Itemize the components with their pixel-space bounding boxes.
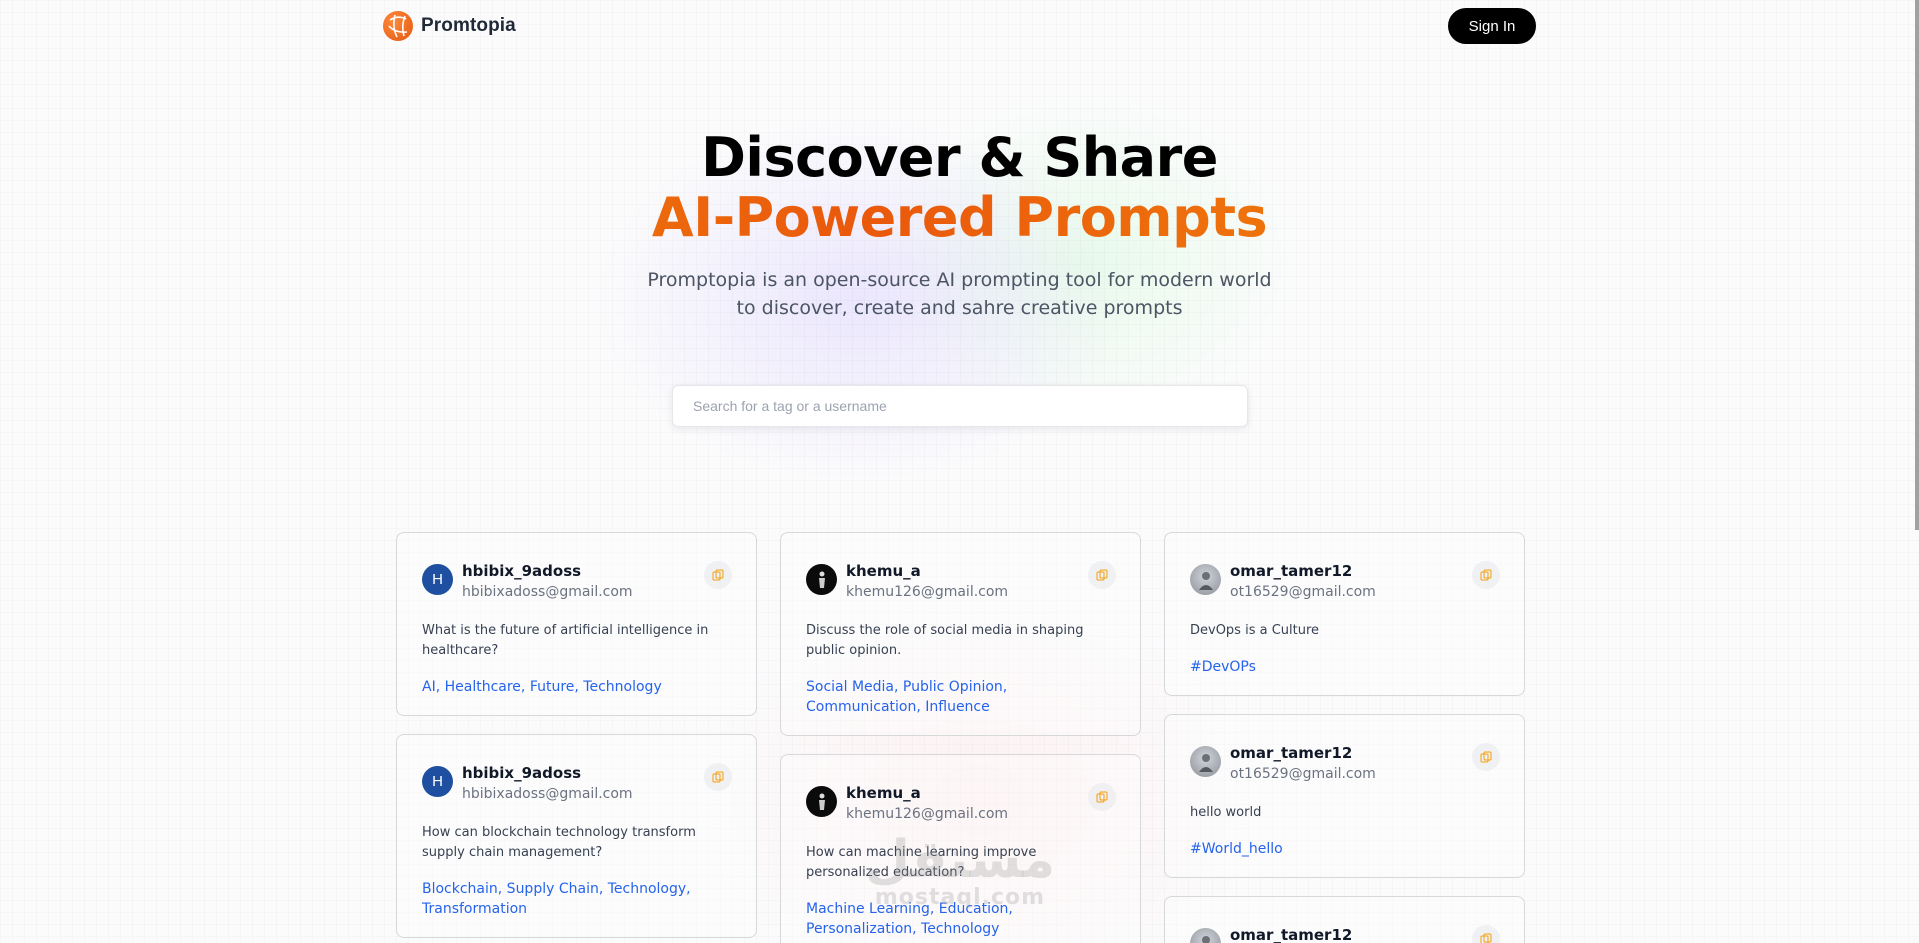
prompt-card: H hbibix_9adoss hbibixadoss@gmail.com Ho… — [396, 734, 757, 938]
card-username[interactable]: hbibix_9adoss — [462, 763, 695, 783]
card-prompt: How can machine learning improve persona… — [806, 845, 1037, 880]
card-username[interactable]: khemu_a — [846, 561, 1079, 581]
prompt-card: khemu_a khemu126@gmail.com Discuss the r… — [780, 532, 1141, 736]
card-tags[interactable]: #DevOPs — [1190, 657, 1500, 679]
avatar[interactable]: H — [422, 564, 453, 595]
card-tags[interactable]: #World_hello — [1190, 839, 1500, 861]
copy-button[interactable] — [1088, 561, 1116, 589]
copy-icon — [712, 569, 724, 581]
avatar-person-icon — [1198, 571, 1213, 590]
copy-button[interactable] — [1472, 561, 1500, 589]
card-prompt: hello world — [1190, 805, 1262, 820]
prompt-card: H hbibix_9adoss hbibixadoss@gmail.com Wh… — [396, 532, 757, 716]
copy-button[interactable] — [704, 763, 732, 791]
brand-name: Promtopia — [421, 15, 516, 36]
page-title: Discover & Share AI-Powered Prompts — [0, 128, 1919, 248]
prompt-card: omar_tamer12 ot16529@gmail.com DevOps is… — [1164, 532, 1525, 696]
card-tags[interactable]: Social Media, Public Opinion, Communicat… — [806, 677, 1116, 719]
card-prompt: Discuss the role of social media in shap… — [806, 623, 1084, 658]
avatar[interactable] — [806, 564, 837, 595]
card-prompt: How can blockchain technology transform … — [422, 825, 696, 860]
copy-button[interactable] — [1472, 925, 1500, 943]
sign-in-button[interactable]: Sign In — [1448, 8, 1536, 44]
card-email: khemu126@gmail.com — [846, 584, 1009, 600]
avatar[interactable]: H — [422, 766, 453, 797]
copy-icon — [1480, 933, 1492, 943]
card-username[interactable]: omar_tamer12 — [1230, 561, 1463, 581]
copy-button[interactable] — [1088, 783, 1116, 811]
copy-icon — [1480, 569, 1492, 581]
copy-button[interactable] — [704, 561, 732, 589]
card-email: ot16529@gmail.com — [1230, 584, 1376, 600]
prompt-card: omar_tamer12 ot16529@gmail.com hello wor… — [1164, 714, 1525, 878]
card-email: hbibixadoss@gmail.com — [462, 786, 633, 802]
card-tags[interactable]: AI, Healthcare, Future, Technology — [422, 677, 732, 699]
hero-subtitle: Promptopia is an open-source AI promptin… — [647, 269, 1272, 319]
card-username[interactable]: khemu_a — [846, 783, 1079, 803]
brand-link[interactable]: Promtopia — [383, 11, 516, 41]
prompt-card: khemu_a khemu126@gmail.com How can machi… — [780, 754, 1141, 943]
avatar[interactable] — [806, 786, 837, 817]
card-email: ot16529@gmail.com — [1230, 766, 1376, 782]
card-tags[interactable]: Machine Learning, Education, Personaliza… — [806, 899, 1116, 941]
promptopia-logo-icon — [383, 11, 413, 41]
avatar-person-icon — [1201, 935, 1210, 943]
avatar-person-icon — [1198, 753, 1213, 772]
prompt-card: omar_tamer12 — [1164, 896, 1525, 943]
avatar[interactable] — [1190, 746, 1221, 777]
copy-button[interactable] — [1472, 743, 1500, 771]
card-tags[interactable]: Blockchain, Supply Chain, Technology, Tr… — [422, 879, 732, 921]
title-line-2-gradient: AI-Powered Prompts — [0, 188, 1919, 248]
search-input[interactable] — [672, 385, 1248, 427]
avatar[interactable] — [1190, 928, 1221, 943]
hero-section: Discover & Share AI-Powered Prompts Prom… — [0, 128, 1919, 322]
avatar-figure-icon — [818, 793, 825, 810]
card-username[interactable]: omar_tamer12 — [1230, 925, 1463, 943]
copy-icon — [1480, 751, 1492, 763]
card-prompt: DevOps is a Culture — [1190, 623, 1320, 638]
card-email: khemu126@gmail.com — [846, 806, 1009, 822]
card-prompt: What is the future of artificial intelli… — [422, 623, 709, 658]
title-line-1: Discover & Share — [701, 126, 1218, 189]
copy-icon — [1096, 791, 1108, 803]
card-username[interactable]: omar_tamer12 — [1230, 743, 1463, 763]
copy-icon — [1096, 569, 1108, 581]
top-nav: Promtopia Sign In — [383, 8, 1536, 44]
card-username[interactable]: hbibix_9adoss — [462, 561, 695, 581]
avatar[interactable] — [1190, 564, 1221, 595]
card-email: hbibixadoss@gmail.com — [462, 584, 633, 600]
copy-icon — [712, 771, 724, 783]
avatar-figure-icon — [818, 571, 825, 588]
